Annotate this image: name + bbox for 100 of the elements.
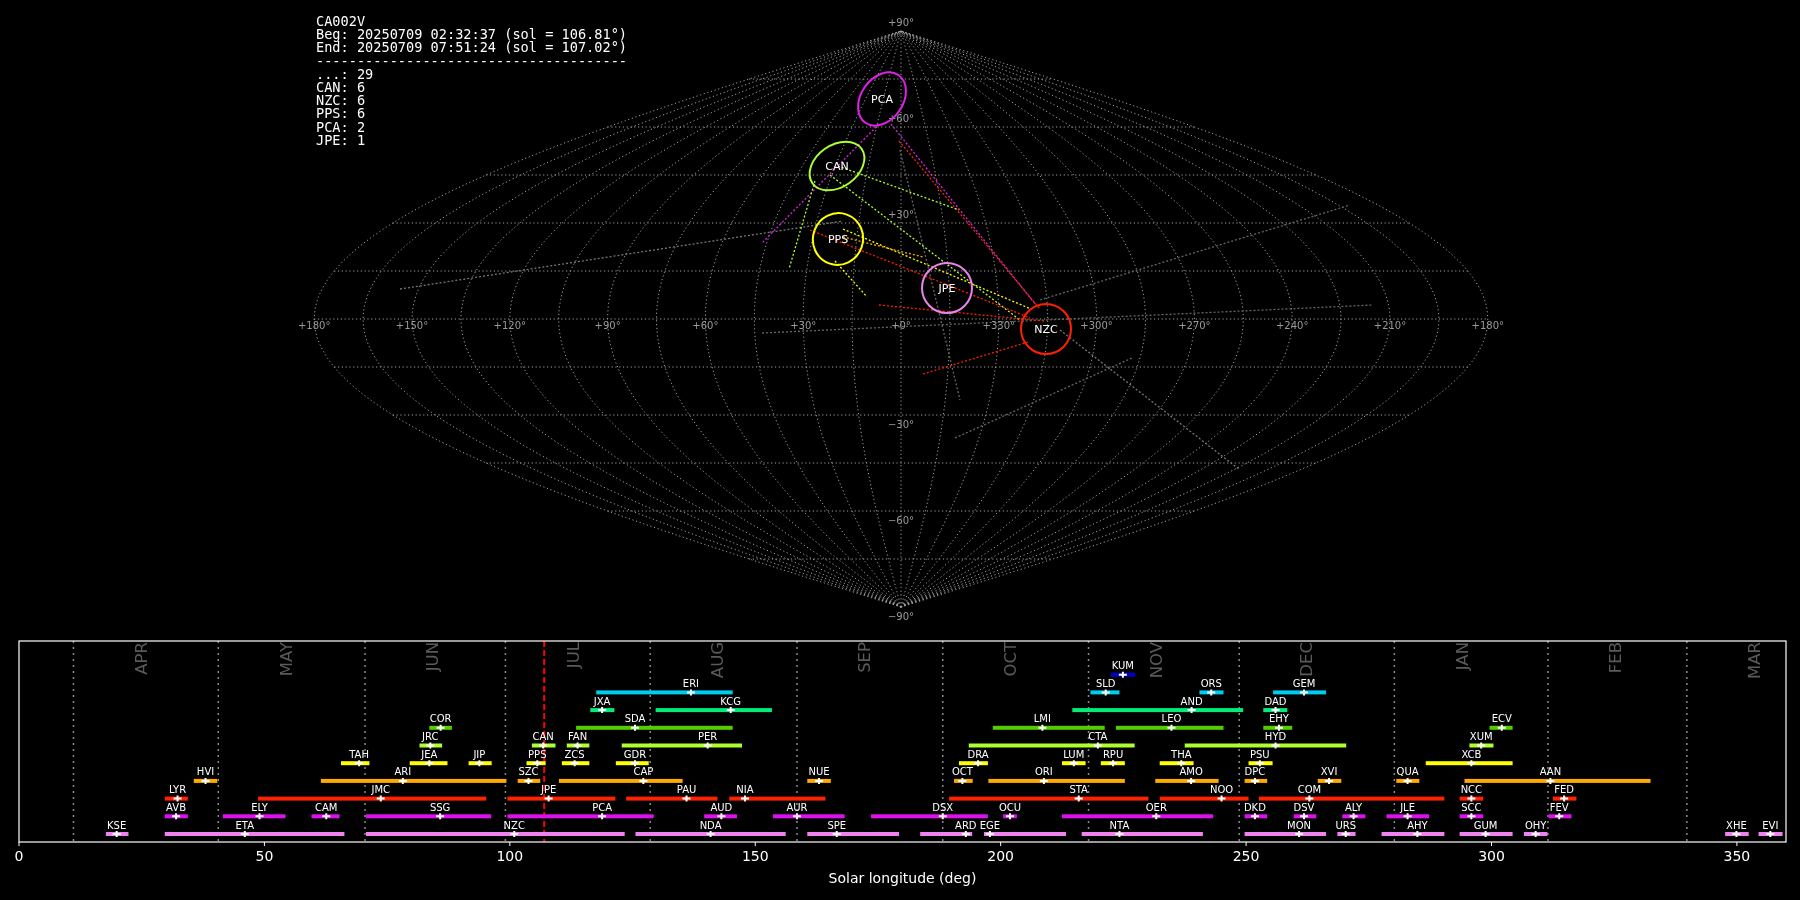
shower-label: FED (1554, 784, 1575, 796)
peak-marker (1176, 759, 1187, 768)
longitude-label: +0° (891, 320, 911, 331)
tick-label: 250 (1232, 848, 1260, 864)
shower-label: ZCS (564, 748, 585, 760)
axis-title: Solar longitude (deg) (828, 870, 977, 886)
peak-marker (425, 741, 436, 750)
shower-label: DPC (1244, 766, 1266, 778)
shower-label: DAD (1264, 695, 1287, 707)
peak-marker (474, 759, 485, 768)
shower-label: JLE (1400, 801, 1415, 813)
month-label: OCT (1001, 642, 1020, 677)
shower-label: GUM (1473, 819, 1498, 831)
shower-label: MON (1287, 819, 1312, 831)
shower-label: XHE (1726, 819, 1747, 831)
shower-label: SDA (624, 713, 646, 725)
shower-label: TAH (349, 748, 369, 760)
separator-text: -------------------------------------- (316, 54, 627, 68)
shower-label: AAN (1539, 766, 1562, 778)
latitude-label: +90° (887, 17, 915, 28)
peak-marker (1324, 776, 1335, 785)
shower-label: NTA (1109, 819, 1130, 831)
tick-label: 350 (1723, 848, 1751, 864)
longitude-label: +150° (395, 320, 429, 331)
peak-marker (1038, 776, 1049, 785)
shower-label: LUM (1063, 748, 1085, 760)
shower-label: HVI (196, 766, 215, 778)
shower-label: NDA (699, 819, 722, 831)
peak-marker (1340, 830, 1351, 838)
shower-label: AND (1180, 695, 1203, 707)
month-label: AUG (708, 642, 728, 679)
peak-marker (1270, 741, 1281, 750)
shower-label: QUA (1396, 766, 1419, 778)
peak-marker (1476, 741, 1487, 750)
shower-label: ETA (235, 819, 255, 831)
shower-label: LMI (1033, 713, 1051, 725)
peak-marker (1731, 830, 1742, 838)
shower-label: SCC (1461, 801, 1482, 813)
shower-count-text: PCA: 2 (316, 120, 367, 134)
shower-label: SSG (429, 801, 451, 813)
radiant-label: CAN (825, 160, 849, 173)
shower-label: FAN (568, 731, 588, 742)
shower-label: ORS (1200, 677, 1222, 689)
tick-label: 50 (255, 848, 274, 864)
shower-label: DKD (1243, 801, 1266, 813)
peak-marker (1073, 794, 1084, 803)
peak-marker (1294, 830, 1305, 838)
shower-label: COM (1297, 784, 1322, 796)
peak-marker (1037, 723, 1048, 732)
peak-marker (1480, 830, 1491, 838)
peak-marker (1254, 759, 1265, 768)
peak-marker (1466, 759, 1477, 768)
peak-marker (681, 794, 692, 803)
shower-count-text: ...: 29 (316, 67, 375, 81)
shower-label: ALY (1344, 801, 1363, 813)
shower-label: KSE (107, 819, 127, 831)
peak-marker (960, 830, 971, 838)
shower-label: NCC (1460, 784, 1483, 796)
peak-marker (716, 812, 727, 821)
latitude-label: −90° (887, 611, 915, 622)
shower-label: SZC (518, 766, 539, 778)
shower-label: PCA (592, 801, 613, 813)
peak-marker (321, 812, 332, 821)
peak-marker (1216, 794, 1227, 803)
shower-label: NZC (503, 819, 525, 831)
peak-marker (572, 741, 583, 750)
peak-marker (1348, 812, 1359, 821)
peak-marker (1092, 741, 1103, 750)
time-range-text: Beg: 20250709 02:32:37 (sol = 106.81°) (316, 28, 627, 42)
shower-label: XVI (1320, 766, 1338, 778)
shower-label: AHY (1407, 819, 1428, 831)
shower-label: GEM (1292, 677, 1316, 689)
peak-marker (1151, 812, 1162, 821)
peak-marker (1530, 830, 1541, 838)
peak-marker (705, 830, 716, 838)
shower-label: URS (1335, 819, 1357, 831)
peak-marker (509, 830, 520, 838)
shower-label: LYR (168, 784, 187, 796)
shower-label: SPE (827, 819, 847, 831)
peak-marker (1402, 812, 1413, 821)
shower-count-text: JPE: 1 (316, 133, 367, 148)
shower-label: SLD (1095, 677, 1116, 689)
month-label: SEP (855, 642, 875, 673)
longitude-label: +30° (790, 320, 817, 331)
peak-marker (1273, 723, 1284, 732)
peak-marker (1108, 759, 1119, 768)
shower-label: DRA (967, 748, 989, 760)
peak-marker (685, 688, 696, 697)
latitude-label: −60° (887, 515, 915, 526)
shower-count-text: NZC: 6 (316, 94, 367, 108)
peak-marker (375, 794, 386, 803)
shower-label: NUE (808, 766, 830, 778)
peak-marker (172, 794, 183, 803)
peak-marker (1186, 706, 1197, 715)
shower-label: PPS (528, 748, 547, 760)
peak-marker (739, 794, 750, 803)
peak-marker (1100, 688, 1111, 697)
peak-marker (1114, 830, 1125, 838)
month-label: DEC (1297, 642, 1317, 677)
shower-label: PER (698, 731, 718, 742)
